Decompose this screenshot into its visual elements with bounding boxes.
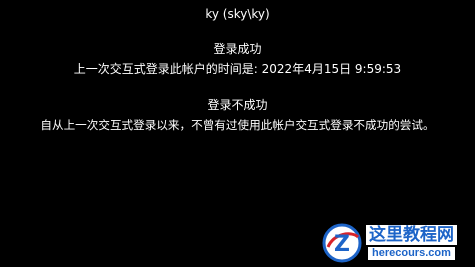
account-name: ky (sky\ky) bbox=[205, 7, 270, 21]
success-message: 上一次交互式登录此帐户的时间是: 2022年4月15日 9:59:53 bbox=[73, 62, 402, 76]
svg-text:Z: Z bbox=[334, 232, 350, 257]
watermark-url: herecours.com bbox=[368, 247, 455, 260]
watermark-logo-icon: Z bbox=[322, 223, 362, 263]
failure-title: 登录不成功 bbox=[207, 98, 268, 112]
failure-message: 自从上一次交互式登录以来，不曾有过使用此帐户交互式登录不成功的尝试。 bbox=[40, 118, 435, 132]
success-title: 登录成功 bbox=[213, 42, 262, 56]
logon-info-screen: ky (sky\ky) 登录成功 上一次交互式登录此帐户的时间是: 2022年4… bbox=[0, 0, 475, 267]
watermark: Z 这里教程网 herecours.com bbox=[322, 222, 472, 264]
watermark-brand: 这里教程网 bbox=[366, 225, 457, 245]
